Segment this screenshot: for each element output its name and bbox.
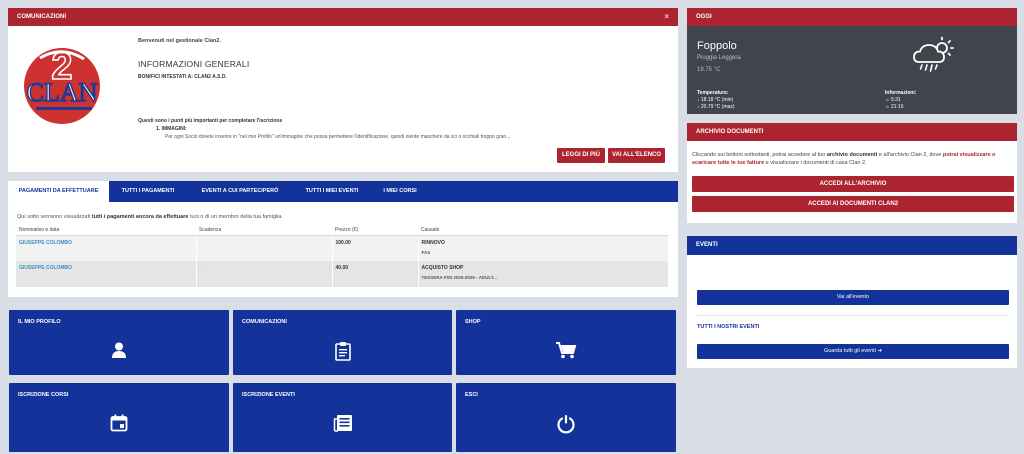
tile-iscrizione-eventi[interactable]: ISCRIZIONE EVENTI bbox=[233, 383, 452, 452]
calendar-icon bbox=[110, 414, 128, 432]
row-scadenza: - bbox=[199, 265, 202, 271]
weather-temp: 19.75 °C bbox=[697, 67, 721, 73]
tile-comunicazioni[interactable]: COMUNICAZIONI bbox=[233, 310, 452, 375]
comunicazioni-header: COMUNICAZIONI × bbox=[8, 8, 678, 26]
tile-label: ISCRIZIONE CORSI bbox=[18, 392, 69, 398]
user-icon bbox=[112, 342, 126, 358]
punti-item: 1. IMMAGINI: bbox=[156, 126, 187, 132]
accedi-archivio-button[interactable]: ACCEDI ALL'ARCHIVIO bbox=[692, 176, 1014, 192]
col-causale: Causale bbox=[418, 225, 669, 236]
tab-i-miei-corsi[interactable]: I MIEI CORSI bbox=[371, 181, 429, 202]
payments-tabs: PAGAMENTI DA EFFETTUARE TUTTI I PAGAMENT… bbox=[8, 181, 678, 202]
tab-tutti-i-pagamenti[interactable]: TUTTI I PAGAMENTI bbox=[109, 181, 187, 202]
archivio-title: ARCHIVIO DOCUMENTI bbox=[696, 129, 764, 135]
temp-min: ↓ 18.18 °C (min) bbox=[697, 97, 734, 103]
tile-esci[interactable]: ESCI bbox=[456, 383, 676, 452]
close-icon[interactable]: × bbox=[664, 8, 669, 26]
temp-max: ↓ 20.79 °C (max) bbox=[697, 104, 735, 110]
tile-label: ISCRIZIONE EVENTI bbox=[242, 392, 295, 398]
tile-label: SHOP bbox=[465, 319, 481, 325]
col-prezzo: Prezzo (€) bbox=[332, 225, 418, 236]
eventi-title: EVENTI bbox=[696, 242, 718, 248]
archivio-panel: ARCHIVIO DOCUMENTI Cliccando sui bottoni… bbox=[687, 123, 1017, 223]
tile-shop[interactable]: SHOP bbox=[456, 310, 676, 375]
row-prezzo: 40.00 bbox=[335, 265, 349, 271]
welcome-text: Benvenuti nel gestionale Clan2. bbox=[138, 38, 221, 44]
eventi-panel: EVENTI Vai all'evento TUTTI I NOSTRI EVE… bbox=[687, 236, 1017, 368]
vai-all-elenco-button[interactable]: VAI ALL'ELENCO bbox=[608, 148, 665, 163]
table-row[interactable]: GIUSEPPE COLOMBO - 40.00 ACQUISTO SHOP TE… bbox=[16, 261, 669, 287]
payments-panel: PAGAMENTI DA EFFETTUARE TUTTI I PAGAMENT… bbox=[8, 181, 678, 297]
guarda-tutti-eventi-button[interactable]: Guarda tutti gli eventi ➔ bbox=[697, 344, 1009, 359]
oggi-panel: OGGI Foppolo Pioggia Leggera 19.75 °C Te… bbox=[687, 8, 1017, 114]
power-icon bbox=[557, 415, 575, 434]
tab-pagamenti-da-effettuare[interactable]: PAGAMENTI DA EFFETTUARE bbox=[8, 181, 109, 202]
comunicazioni-title: COMUNICAZIONI bbox=[17, 14, 66, 20]
info-label: Informazioni: bbox=[885, 90, 917, 96]
clan2-logo: 2 CLAN bbox=[24, 45, 100, 124]
tile-il-mio-profilo[interactable]: IL MIO PROFILO bbox=[9, 310, 229, 375]
temperature-block: Temperature: ↓ 18.18 °C (min) ↓ 20.79 °C… bbox=[697, 90, 735, 111]
oggi-header: OGGI bbox=[687, 8, 1017, 26]
row-prezzo: 100.00 bbox=[335, 239, 351, 246]
tile-label: COMUNICAZIONI bbox=[242, 319, 287, 325]
row-name[interactable]: GIUSEPPE COLOMBO bbox=[19, 265, 72, 271]
row-causale-sub: TESSERA FISI 2025-2026 - ADULT... bbox=[421, 275, 497, 280]
oggi-title: OGGI bbox=[696, 14, 712, 20]
newspaper-icon bbox=[333, 415, 352, 432]
accedi-documenti-clan2-button[interactable]: ACCEDI AI DOCUMENTI CLAN2 bbox=[692, 196, 1014, 212]
punti-list: 1. IMMAGINI: Per ogni Socio dovete inser… bbox=[156, 126, 668, 140]
payments-intro: Qui sotto verranno visualizzati tutti i … bbox=[17, 214, 283, 220]
bonifici-text: BONIFICI INTESTATI A: CLAN2 A.S.D. bbox=[138, 74, 227, 80]
info-title: INFORMAZIONI GENERALI bbox=[138, 59, 250, 69]
col-scadenza: Scadenza bbox=[196, 225, 332, 236]
comunicazioni-body: Benvenuti nel gestionale Clan2. INFORMAZ… bbox=[138, 38, 668, 140]
temperature-label: Temperature: bbox=[697, 90, 729, 96]
col-nominativo: Nominativo e data bbox=[16, 225, 196, 236]
archivio-text: Cliccando sui bottoni sottostanti, potra… bbox=[692, 152, 996, 166]
eventi-subtitle: TUTTI I NOSTRI EVENTI bbox=[697, 324, 760, 330]
cart-icon bbox=[556, 342, 577, 359]
punti-text: Per ogni Socio dovete inserire in "nel m… bbox=[165, 134, 511, 140]
payments-table: Nominativo e data Scadenza Prezzo (€) Ca… bbox=[16, 225, 669, 287]
tab-eventi-a-cui-partecipero[interactable]: EVENTI A CUI PARTECIPERÒ bbox=[187, 181, 293, 202]
sunset-time: 21:16 bbox=[890, 104, 904, 110]
divider bbox=[697, 315, 1009, 316]
weather-city: Foppolo bbox=[697, 40, 737, 52]
row-causale: ACQUISTO SHOP bbox=[421, 265, 464, 271]
tab-tutti-i-miei-eventi[interactable]: TUTTI I MIEI EVENTI bbox=[293, 181, 371, 202]
row-causale: RINNOVO bbox=[421, 239, 445, 246]
comunicazioni-panel: COMUNICAZIONI × 2 CLAN Benvenuti nel ges… bbox=[8, 8, 678, 172]
table-row[interactable]: GIUSEPPE COLOMBO - 100.00 RINNOVO FAS bbox=[16, 235, 669, 261]
row-name[interactable]: GIUSEPPE COLOMBO bbox=[19, 240, 72, 246]
tile-label: IL MIO PROFILO bbox=[18, 319, 61, 325]
leggi-di-piu-button[interactable]: LEGGI DI PIÙ bbox=[557, 148, 605, 163]
info-block: Informazioni: ☼ 5:31 ☼ 21:16 bbox=[885, 90, 916, 111]
vai-all-evento-button[interactable]: Vai all'evento bbox=[697, 290, 1009, 305]
eventi-header: EVENTI bbox=[687, 236, 1017, 255]
sunrise-time: 5:31 bbox=[890, 97, 901, 103]
row-scadenza: - bbox=[199, 239, 202, 246]
archivio-header: ARCHIVIO DOCUMENTI bbox=[687, 123, 1017, 141]
tile-label: ESCI bbox=[465, 392, 478, 398]
weather-desc: Pioggia Leggera bbox=[697, 55, 741, 61]
row-causale-sub: FAS bbox=[421, 249, 431, 255]
cloud-rain-sun-icon bbox=[913, 36, 954, 72]
logo-text: CLAN bbox=[27, 78, 98, 107]
clipboard-icon bbox=[334, 342, 351, 361]
table-header: Nominativo e data Scadenza Prezzo (€) Ca… bbox=[16, 225, 669, 236]
tile-iscrizione-corsi[interactable]: ISCRIZIONE CORSI bbox=[9, 383, 229, 452]
punti-intro: Questi sono i punti più importanti per c… bbox=[138, 118, 283, 124]
